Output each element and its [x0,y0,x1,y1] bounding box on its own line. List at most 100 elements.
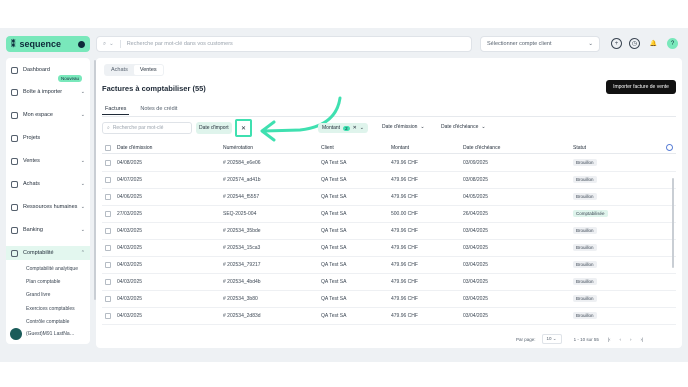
global-search[interactable]: ⌕ ⌄ Recherche par mot-clé dans vos custo… [96,36,472,52]
table-cell: 04/03/2025 [117,245,143,251]
table-cell: 479.96 CHF [391,296,418,302]
column-header[interactable]: Statut [573,145,586,151]
sidebar-item-label: Ressources humaines [23,204,78,210]
table-search-input[interactable]: ⌕ Recherche par mot-clé [102,122,192,134]
client-account-select[interactable]: Sélectionner compte client ⌄ [480,36,600,52]
table-cell: QA Test SA [321,262,347,268]
shopping-bag-icon [11,180,18,188]
toggle-achats[interactable]: Achats [105,65,134,75]
table-row[interactable]: 04/03/2025 # 202534_4bd4b QA Test SA 479.96… [102,274,676,291]
sidebar-item-mon-espace[interactable]: Mon espace ⌄ [6,108,90,122]
user-menu[interactable]: (Guest)M91 LastNa… [10,328,75,340]
sidebar-nav: Dashboard Boîte à importer ⌄ Mon espace … [6,58,90,344]
sidebar-item-rh[interactable]: Ressources humaines ⌄ [6,200,90,214]
last-page-icon[interactable]: ›| [641,337,644,342]
filter-count-badge: 2 [343,125,350,131]
first-page-icon[interactable]: |‹ [608,337,611,342]
clock-icon[interactable]: ◷ [629,38,640,49]
main-panel: Achats Ventes Factures à comptabiliser (… [96,58,682,348]
prev-page-icon[interactable]: ‹ [620,337,622,342]
column-header[interactable]: Montant [391,145,409,151]
per-page-select[interactable]: 10 ⌄ [541,334,562,344]
add-icon[interactable]: + [611,38,622,49]
table-row[interactable]: 04/03/2025 # 202534_15ca3 QA Test SA 479.96… [102,240,676,257]
achats-ventes-toggle: Achats Ventes [104,64,164,76]
table-cell: 479.96 CHF [391,279,418,285]
table-cell: # 202534_4bd4b [223,279,261,285]
filter-chip-montant[interactable]: Montant 2 ✕ ⌄ [318,123,368,133]
sidebar-subitem[interactable]: Comptabilité analytique [26,266,78,272]
table-row[interactable]: 04/07/2025 # 202574_ad41b QA Test SA 479.96… [102,172,676,189]
sidebar-item-ventes[interactable]: Ventes ⌄ [6,154,90,168]
table-scrollbar[interactable] [672,178,674,268]
table-header: Date d'émission Numérotation Client Mont… [102,142,676,154]
table-cell: 479.96 CHF [391,160,418,166]
table-row[interactable]: 27/03/2025 SEQ-2025-004 QA Test SA 500.00 C… [102,206,676,223]
table-cell: 27/03/2025 [117,211,143,217]
table-cell: SEQ-2025-004 [223,211,257,217]
table-row[interactable]: 04/03/2025 # 202534_3b80 QA Test SA 479.96 … [102,291,676,308]
sidebar-item-inbox[interactable]: Boîte à importer ⌄ [6,85,90,99]
row-checkbox[interactable] [105,211,111,217]
sidebar-item-comptabilite[interactable]: Comptabilité ⌃ [6,246,90,260]
sidebar-item-projets[interactable]: Projets [6,131,90,145]
status-badge: Brouillon [573,176,597,183]
column-header[interactable]: Client [321,145,334,151]
brand-logo[interactable]: ⁑ sequence [6,36,90,52]
bell-icon[interactable]: 🔔 [648,38,659,49]
sidebar-subitem[interactable]: Plan comptable [26,279,60,285]
row-checkbox[interactable] [105,279,111,285]
table-cell: 04/08/2025 [117,160,143,166]
sidebar-item-banking[interactable]: Banking ⌄ [6,223,90,237]
row-checkbox[interactable] [105,245,111,251]
table-row[interactable]: 04/03/2025 # 202534_79217 QA Test SA 479.96… [102,257,676,274]
filter-due-date[interactable]: Date d'échéance ⌄ [441,124,486,130]
table-row[interactable]: 04/08/2025 # 202584_e6e06 QA Test SA 479.96… [102,155,676,172]
sidebar-item-label: Mon espace [23,112,53,118]
table-cell: # 202584_e6e06 [223,160,261,166]
sidebar-subitem[interactable]: Grand livre [26,292,50,298]
column-header[interactable]: Date d'émission [117,145,152,151]
row-checkbox[interactable] [105,194,111,200]
bank-icon [11,226,18,234]
per-page-value: 10 [546,336,552,341]
filter-emission-date[interactable]: Date d'émission ⌄ [382,124,425,130]
select-all-checkbox[interactable] [105,145,111,151]
table-row[interactable]: 04/06/2025 # 202544_f5557 QA Test SA 479.96… [102,189,676,206]
sidebar-subitem[interactable]: Contrôle comptable [26,319,69,325]
row-checkbox[interactable] [105,228,111,234]
column-header[interactable]: Date d'échéance [463,145,500,151]
close-icon[interactable]: ✕ [353,125,357,131]
sidebar-item-achats[interactable]: Achats ⌄ [6,177,90,191]
search-icon: ⌕ [107,125,110,131]
row-checkbox[interactable] [105,262,111,268]
sidebar-item-label: Comptabilité [23,250,54,256]
table-cell: 04/06/2025 [117,194,143,200]
row-checkbox[interactable] [105,177,111,183]
tab-notes-credit[interactable]: Notes de crédit [137,104,180,115]
clear-filter-button[interactable]: ✕ [235,119,252,137]
column-header[interactable]: Numérotation [223,145,253,151]
status-badge: Brouillon [573,193,597,200]
column-settings-icon[interactable] [666,144,673,151]
status-badge: Brouillon [573,278,597,285]
client-select-value: Sélectionner compte client [487,41,552,47]
table-cell: QA Test SA [321,296,347,302]
row-checkbox[interactable] [105,313,111,319]
user-name: (Guest)M91 LastNa… [26,331,75,337]
filter-chip-import-date[interactable]: Date d'import [196,122,232,134]
sidebar-subitem[interactable]: Exercices comptables [26,306,75,312]
import-invoice-button[interactable]: Importer facture de vente [606,80,676,94]
tab-factures[interactable]: Factures [102,104,130,115]
workspace-switch-icon[interactable] [78,40,85,48]
next-page-icon[interactable]: › [630,337,632,342]
help-icon[interactable]: ? [667,38,678,49]
table-row[interactable]: 04/03/2025 # 202534_35bde QA Test SA 479.96… [102,223,676,240]
toggle-ventes[interactable]: Ventes [133,65,163,75]
check-square-icon [11,134,18,142]
table-cell: 04/07/2025 [117,177,143,183]
table-cell: 04/05/2025 [463,194,489,200]
row-checkbox[interactable] [105,160,111,166]
table-row[interactable]: 04/03/2025 # 202534_2d83d QA Test SA 479.96… [102,308,676,325]
row-checkbox[interactable] [105,296,111,302]
